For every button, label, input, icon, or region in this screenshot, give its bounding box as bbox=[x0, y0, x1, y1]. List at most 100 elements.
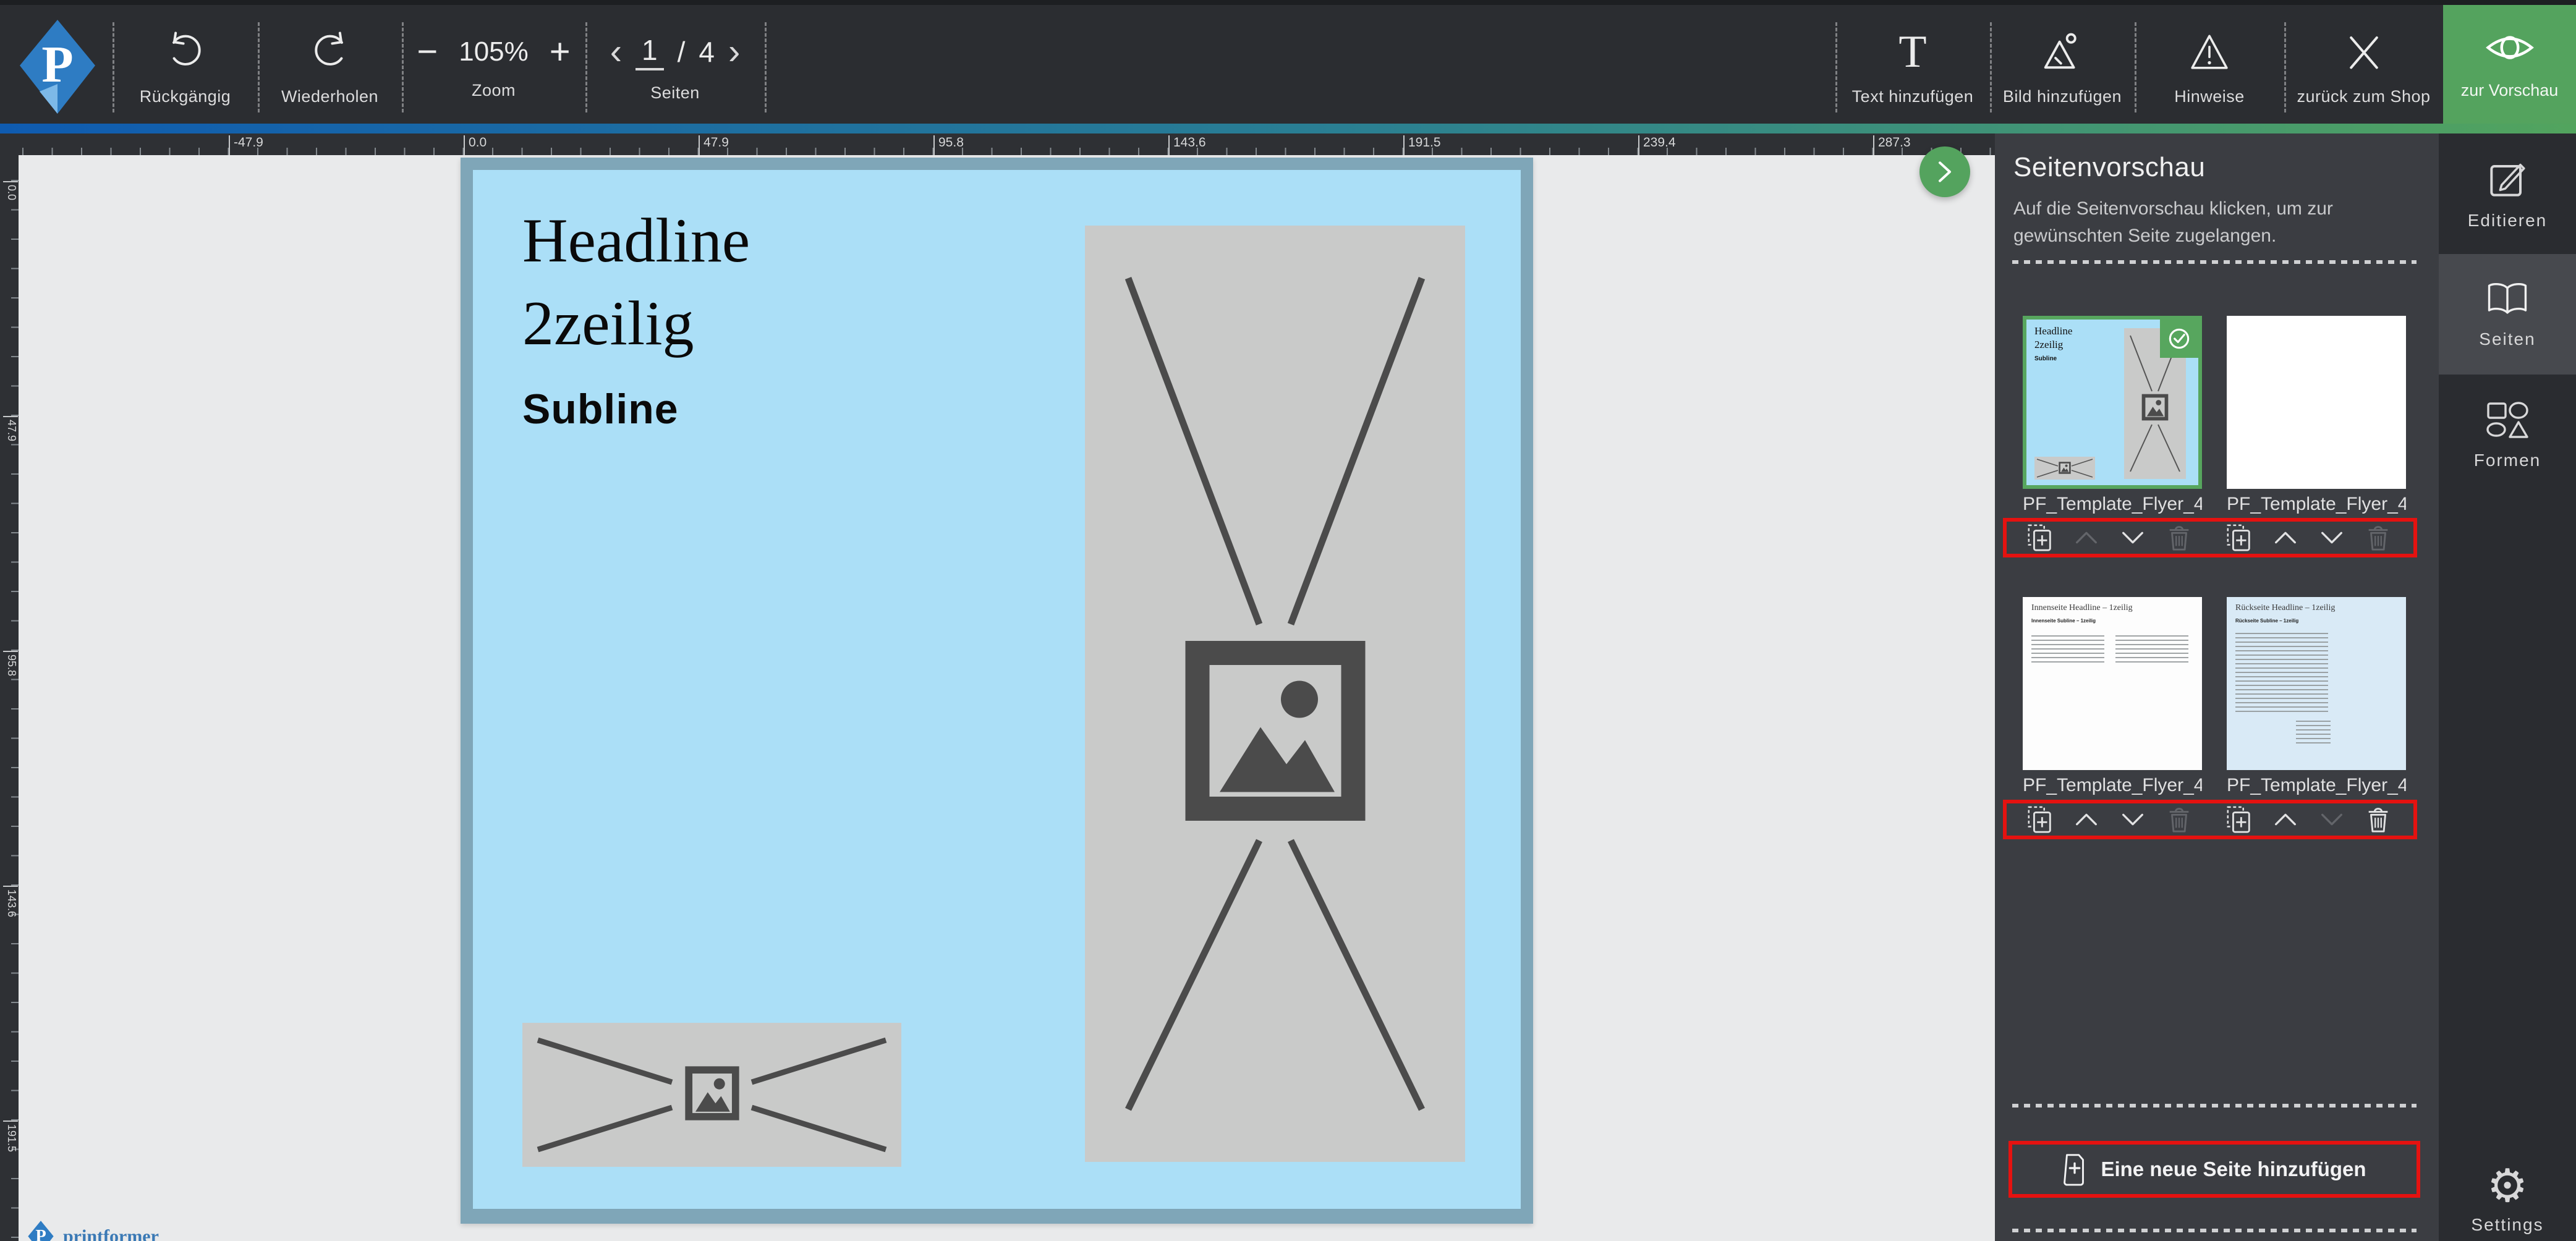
brand-name: printformer bbox=[63, 1226, 159, 1241]
sidebar-item-editieren[interactable]: Editieren bbox=[2439, 133, 2576, 254]
page1-actions bbox=[2017, 523, 2202, 552]
subline-text: Subline bbox=[522, 386, 679, 433]
zoom-value[interactable]: 105% bbox=[459, 36, 529, 67]
dotted-divider bbox=[2012, 1104, 2417, 1108]
add-new-page-label: Eine neue Seite hinzufügen bbox=[2101, 1158, 2366, 1180]
add-image-button[interactable]: Bild hinzufügen bbox=[1990, 10, 2135, 124]
back-to-shop-label: zurück zum Shop bbox=[2297, 87, 2431, 106]
hints-label: Hinweise bbox=[2174, 87, 2245, 106]
redo-label: Wiederholen bbox=[281, 87, 379, 106]
svg-text:P: P bbox=[35, 1227, 46, 1241]
vertical-ruler-ticks bbox=[11, 155, 19, 1241]
settings-button[interactable]: ⚙ Settings bbox=[2439, 1163, 2576, 1235]
panel-title: Seitenvorschau bbox=[2013, 152, 2206, 182]
collapse-panel-button[interactable] bbox=[1919, 146, 1970, 197]
page1-filename: PF_Template_Flyer_4S... bbox=[2023, 494, 2202, 514]
sidebar-item-formen[interactable]: Formen bbox=[2439, 375, 2576, 495]
vertical-ruler: 0.0 47.9 95.8 143.6 191.5 bbox=[0, 155, 19, 1241]
duplicate-page-icon[interactable] bbox=[2026, 805, 2054, 834]
printformer-logo-icon: P bbox=[20, 20, 95, 114]
sidebar-label-formen: Formen bbox=[2473, 450, 2541, 470]
undo-button[interactable]: Rückgängig bbox=[113, 10, 258, 124]
h-ruler-label: 287.3 bbox=[1873, 135, 1911, 155]
printformer-editor: P Rückgängig Wiederholen − 105% + Zoom ‹… bbox=[0, 0, 2576, 1241]
text-lines bbox=[2115, 635, 2188, 664]
redo-button[interactable]: Wiederholen bbox=[258, 10, 402, 124]
zoom-in-button[interactable]: + bbox=[550, 33, 571, 70]
h-ruler-label: 47.9 bbox=[699, 135, 729, 155]
page-actions-highlight-row1 bbox=[2003, 518, 2417, 557]
duplicate-page-icon[interactable] bbox=[2225, 805, 2253, 834]
shapes-icon bbox=[2486, 401, 2528, 438]
preview-button[interactable]: zur Vorschau bbox=[2443, 5, 2576, 124]
move-page-up-icon[interactable] bbox=[2072, 805, 2101, 834]
horizontal-ruler: -47.9 0.0 47.9 95.8 143.6 191.5 239.4 287.3 bbox=[0, 133, 1995, 155]
sidebar-item-seiten[interactable]: Seiten bbox=[2439, 254, 2576, 375]
headline-line2: 2zeilig bbox=[522, 289, 694, 358]
page-thumbnail-1[interactable]: Headline 2zeilig Subline bbox=[2023, 316, 2202, 489]
duplicate-page-icon[interactable] bbox=[2225, 523, 2253, 552]
move-page-down-icon[interactable] bbox=[2119, 805, 2147, 834]
delete-page-icon[interactable] bbox=[2165, 805, 2193, 834]
horizontal-ruler-ticks bbox=[0, 148, 1995, 155]
open-book-icon bbox=[2488, 282, 2527, 314]
page3-subline: Innenseite Subline – 1zeilig bbox=[2031, 618, 2096, 624]
page-thumbnail-2[interactable] bbox=[2227, 316, 2406, 489]
undo-icon bbox=[164, 28, 206, 76]
add-text-icon: T bbox=[1898, 26, 1927, 77]
design-canvas[interactable]: Headline 2zeilig Subline P printformer bbox=[19, 155, 1995, 1241]
redo-icon bbox=[309, 28, 351, 76]
eye-icon bbox=[2484, 28, 2536, 70]
move-page-down-icon[interactable] bbox=[2119, 523, 2147, 552]
mini-placeholder-small bbox=[2034, 457, 2095, 480]
previous-page-button[interactable]: ‹ bbox=[610, 31, 622, 72]
v-ruler-label: 0.0 bbox=[3, 181, 18, 200]
page-thumbnail-3[interactable]: Innenseite Headline – 1zeilig Innenseite… bbox=[2023, 597, 2202, 770]
dotted-divider bbox=[2012, 1229, 2417, 1232]
h-ruler-label: 191.5 bbox=[1403, 135, 1441, 155]
flyer-page[interactable]: Headline 2zeilig Subline bbox=[461, 158, 1533, 1224]
h-ruler-label: 0.0 bbox=[464, 135, 487, 155]
v-ruler-label: 95.8 bbox=[3, 651, 18, 676]
delete-page-icon[interactable] bbox=[2364, 523, 2392, 552]
move-page-down-icon[interactable] bbox=[2318, 805, 2346, 834]
sender-block-lines bbox=[2296, 721, 2331, 745]
v-ruler-label: 143.6 bbox=[3, 886, 18, 917]
current-page-input[interactable]: 1 bbox=[635, 33, 664, 70]
sidebar-label-seiten: Seiten bbox=[2479, 329, 2536, 349]
page-separator: / bbox=[677, 35, 686, 68]
total-pages: 4 bbox=[699, 35, 715, 68]
selected-page-badge bbox=[2160, 320, 2198, 358]
back-to-shop-button[interactable]: zurück zum Shop bbox=[2284, 10, 2443, 124]
chevron-right-icon bbox=[1939, 161, 1951, 182]
add-page-icon bbox=[2064, 1154, 2085, 1186]
page-thumbnail-4[interactable]: Rückseite Headline – 1zeilig Rückseite S… bbox=[2227, 597, 2406, 770]
sidebar-label-editieren: Editieren bbox=[2467, 210, 2548, 230]
move-page-up-icon[interactable] bbox=[2072, 523, 2101, 552]
workspace: -47.9 0.0 47.9 95.8 143.6 191.5 239.4 287.3 0.0… bbox=[0, 133, 1995, 1241]
page3-miniature: Innenseite Headline – 1zeilig Innenseite… bbox=[2023, 597, 2202, 770]
page3-actions bbox=[2017, 805, 2202, 834]
zoom-out-button[interactable]: − bbox=[417, 33, 438, 70]
move-page-up-icon[interactable] bbox=[2271, 805, 2300, 834]
edit-pencil-icon bbox=[2490, 163, 2525, 197]
page4-actions bbox=[2216, 805, 2401, 834]
h-ruler-label: 95.8 bbox=[933, 135, 964, 155]
move-page-down-icon[interactable] bbox=[2318, 523, 2346, 552]
add-new-page-button[interactable]: Eine neue Seite hinzufügen bbox=[2009, 1141, 2420, 1198]
close-x-icon bbox=[2345, 28, 2383, 76]
move-page-up-icon[interactable] bbox=[2271, 523, 2300, 552]
hints-button[interactable]: Hinweise bbox=[2135, 10, 2284, 124]
next-page-button[interactable]: › bbox=[728, 31, 740, 72]
image-icon bbox=[689, 1070, 736, 1117]
page2-actions bbox=[2216, 523, 2401, 552]
delete-page-icon[interactable] bbox=[2165, 523, 2193, 552]
pages-label: Seiten bbox=[650, 83, 700, 102]
image-placeholder-small[interactable] bbox=[522, 1023, 901, 1167]
headline-text-frame[interactable]: Headline 2zeilig Subline bbox=[522, 200, 750, 433]
duplicate-page-icon[interactable] bbox=[2026, 523, 2054, 552]
add-text-button[interactable]: T Text hinzufügen bbox=[1835, 10, 1990, 124]
mini-subline: Subline bbox=[2034, 355, 2057, 362]
image-placeholder-tall[interactable] bbox=[1085, 226, 1465, 1162]
delete-page-icon[interactable] bbox=[2364, 805, 2392, 834]
